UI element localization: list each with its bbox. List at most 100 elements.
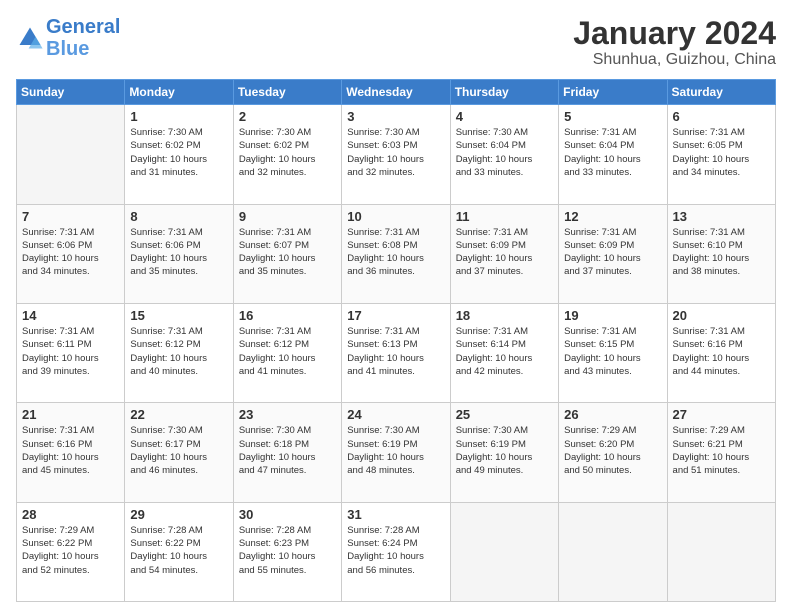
day-info: Sunrise: 7:31 AMSunset: 6:12 PMDaylight:… [239,325,336,378]
header-cell-sunday: Sunday [17,80,125,105]
day-info: Sunrise: 7:31 AMSunset: 6:08 PMDaylight:… [347,226,444,279]
week-row-4: 28 Sunrise: 7:29 AMSunset: 6:22 PMDayligh… [17,502,776,601]
day-cell: 1 Sunrise: 7:30 AMSunset: 6:02 PMDaylight… [125,105,233,204]
week-row-1: 7Sunrise: 7:31 AMSunset: 6:06 PMDaylight… [17,204,776,303]
day-info: Sunrise: 7:31 AMSunset: 6:07 PMDaylight:… [239,226,336,279]
header-cell-monday: Monday [125,80,233,105]
day-number: 10 [347,209,444,224]
calendar-table: SundayMondayTuesdayWednesdayThursdayFrid… [16,79,776,602]
day-cell: 30 Sunrise: 7:28 AMSunset: 6:23 PMDayligh… [233,502,341,601]
day-cell: 27 Sunrise: 7:29 AMSunset: 6:21 PMDayligh… [667,403,775,502]
day-info: Sunrise: 7:28 AMSunset: 6:23 PMDaylight:… [239,524,336,577]
page: General Blue January 2024 Shunhua, Guizh… [0,0,792,612]
day-info: Sunrise: 7:30 AMSunset: 6:03 PMDaylight:… [347,126,444,179]
day-info: Sunrise: 7:29 AMSunset: 6:20 PMDaylight:… [564,424,661,477]
day-cell: 19 Sunrise: 7:31 AMSunset: 6:15 PMDayligh… [559,303,667,402]
day-info: Sunrise: 7:31 AMSunset: 6:14 PMDaylight:… [456,325,553,378]
day-info: Sunrise: 7:30 AMSunset: 6:04 PMDaylight:… [456,126,553,179]
day-info: Sunrise: 7:30 AMSunset: 6:19 PMDaylight:… [347,424,444,477]
day-number: 1 [130,109,227,124]
title-block: January 2024 Shunhua, Guizhou, China [573,16,776,69]
day-info: Sunrise: 7:31 AMSunset: 6:11 PMDaylight:… [22,325,119,378]
day-number: 17 [347,308,444,323]
day-number: 4 [456,109,553,124]
day-number: 23 [239,407,336,422]
day-number: 27 [673,407,770,422]
header-cell-friday: Friday [559,80,667,105]
logo: General Blue [16,16,120,60]
header-cell-wednesday: Wednesday [342,80,450,105]
day-cell: 18 Sunrise: 7:31 AMSunset: 6:14 PMDayligh… [450,303,558,402]
day-number: 12 [564,209,661,224]
day-number: 21 [22,407,119,422]
header-row: SundayMondayTuesdayWednesdayThursdayFrid… [17,80,776,105]
day-cell: 29 Sunrise: 7:28 AMSunset: 6:22 PMDayligh… [125,502,233,601]
day-cell: 8 Sunrise: 7:31 AMSunset: 6:06 PMDaylight… [125,204,233,303]
day-info: Sunrise: 7:31 AMSunset: 6:09 PMDaylight:… [564,226,661,279]
day-number: 11 [456,209,553,224]
day-number: 15 [130,308,227,323]
day-cell: 3 Sunrise: 7:30 AMSunset: 6:03 PMDaylight… [342,105,450,204]
day-cell: 15 Sunrise: 7:31 AMSunset: 6:12 PMDayligh… [125,303,233,402]
calendar-body: 1 Sunrise: 7:30 AMSunset: 6:02 PMDaylight… [17,105,776,602]
day-info: Sunrise: 7:31 AMSunset: 6:16 PMDaylight:… [673,325,770,378]
day-number: 19 [564,308,661,323]
day-number: 2 [239,109,336,124]
day-number: 3 [347,109,444,124]
day-cell [559,502,667,601]
header-cell-thursday: Thursday [450,80,558,105]
day-cell [667,502,775,601]
day-info: Sunrise: 7:28 AMSunset: 6:22 PMDaylight:… [130,524,227,577]
day-cell [17,105,125,204]
header-cell-tuesday: Tuesday [233,80,341,105]
day-cell: 23Sunrise: 7:30 AMSunset: 6:18 PMDayligh… [233,403,341,502]
day-number: 25 [456,407,553,422]
day-info: Sunrise: 7:29 AMSunset: 6:22 PMDaylight:… [22,524,119,577]
day-number: 24 [347,407,444,422]
day-number: 16 [239,308,336,323]
logo-text: General Blue [46,16,120,60]
day-cell: 25 Sunrise: 7:30 AMSunset: 6:19 PMDayligh… [450,403,558,502]
day-cell [450,502,558,601]
day-info: Sunrise: 7:30 AMSunset: 6:17 PMDaylight:… [130,424,227,477]
day-cell: 7Sunrise: 7:31 AMSunset: 6:06 PMDaylight… [17,204,125,303]
logo-line1: General [46,16,120,38]
day-number: 30 [239,507,336,522]
day-cell: 24 Sunrise: 7:30 AMSunset: 6:19 PMDayligh… [342,403,450,502]
day-info: Sunrise: 7:31 AMSunset: 6:10 PMDaylight:… [673,226,770,279]
calendar-subtitle: Shunhua, Guizhou, China [573,51,776,69]
day-info: Sunrise: 7:31 AMSunset: 6:13 PMDaylight:… [347,325,444,378]
day-info: Sunrise: 7:30 AMSunset: 6:02 PMDaylight:… [239,126,336,179]
day-info: Sunrise: 7:29 AMSunset: 6:21 PMDaylight:… [673,424,770,477]
week-row-0: 1 Sunrise: 7:30 AMSunset: 6:02 PMDaylight… [17,105,776,204]
day-cell: 10 Sunrise: 7:31 AMSunset: 6:08 PMDayligh… [342,204,450,303]
day-cell: 20Sunrise: 7:31 AMSunset: 6:16 PMDayligh… [667,303,775,402]
day-number: 29 [130,507,227,522]
day-info: Sunrise: 7:28 AMSunset: 6:24 PMDaylight:… [347,524,444,577]
day-info: Sunrise: 7:31 AMSunset: 6:04 PMDaylight:… [564,126,661,179]
day-number: 5 [564,109,661,124]
day-info: Sunrise: 7:31 AMSunset: 6:12 PMDaylight:… [130,325,227,378]
day-cell: 9 Sunrise: 7:31 AMSunset: 6:07 PMDaylight… [233,204,341,303]
day-cell: 17 Sunrise: 7:31 AMSunset: 6:13 PMDayligh… [342,303,450,402]
day-cell: 5 Sunrise: 7:31 AMSunset: 6:04 PMDaylight… [559,105,667,204]
day-number: 9 [239,209,336,224]
day-number: 28 [22,507,119,522]
logo-line2: Blue [46,38,89,60]
day-number: 8 [130,209,227,224]
day-info: Sunrise: 7:30 AMSunset: 6:19 PMDaylight:… [456,424,553,477]
day-cell: 6Sunrise: 7:31 AMSunset: 6:05 PMDaylight… [667,105,775,204]
day-info: Sunrise: 7:31 AMSunset: 6:06 PMDaylight:… [130,226,227,279]
day-number: 18 [456,308,553,323]
day-cell: 2 Sunrise: 7:30 AMSunset: 6:02 PMDaylight… [233,105,341,204]
day-info: Sunrise: 7:31 AMSunset: 6:15 PMDaylight:… [564,325,661,378]
day-cell: 28 Sunrise: 7:29 AMSunset: 6:22 PMDayligh… [17,502,125,601]
day-cell: 11Sunrise: 7:31 AMSunset: 6:09 PMDayligh… [450,204,558,303]
calendar-header: SundayMondayTuesdayWednesdayThursdayFrid… [17,80,776,105]
day-cell: 13Sunrise: 7:31 AMSunset: 6:10 PMDayligh… [667,204,775,303]
day-info: Sunrise: 7:30 AMSunset: 6:02 PMDaylight:… [130,126,227,179]
header: General Blue January 2024 Shunhua, Guizh… [16,16,776,69]
day-info: Sunrise: 7:31 AMSunset: 6:16 PMDaylight:… [22,424,119,477]
day-cell: 16 Sunrise: 7:31 AMSunset: 6:12 PMDayligh… [233,303,341,402]
logo-icon [16,24,44,52]
